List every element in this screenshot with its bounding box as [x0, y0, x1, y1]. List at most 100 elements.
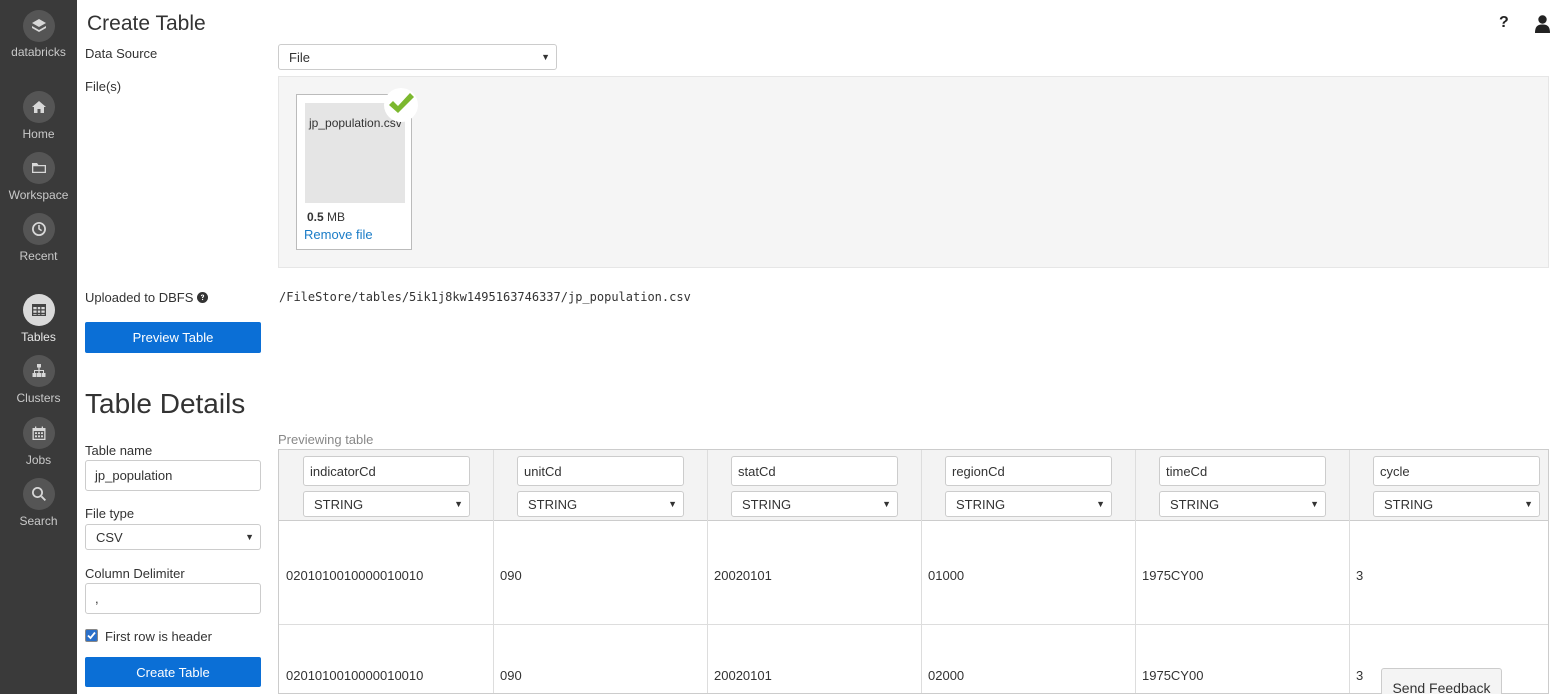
sidebar-item-recent[interactable]: Recent — [0, 213, 77, 263]
column-type-select[interactable]: STRING ▼ — [517, 491, 684, 517]
chevron-down-icon: ▼ — [882, 499, 891, 509]
data-source-select[interactable]: File ▼ — [278, 44, 557, 70]
chevron-down-icon: ▼ — [245, 532, 254, 542]
chevron-down-icon: ▼ — [1310, 499, 1319, 509]
first-row-header-label: First row is header — [105, 629, 212, 644]
file-drop-zone[interactable] — [278, 76, 1549, 268]
column-name-input[interactable]: timeCd — [1159, 456, 1326, 486]
table-icon — [22, 294, 55, 326]
column-delimiter-label: Column Delimiter — [85, 566, 185, 581]
chevron-down-icon: ▼ — [668, 499, 677, 509]
preview-table: indicatorCd STRING ▼ unitCd STRING ▼ statC… — [278, 449, 1549, 694]
sidebar-item-label: Tables — [21, 330, 56, 344]
calendar-icon — [22, 417, 55, 449]
table-cell: 01000 — [928, 567, 965, 583]
clusters-icon — [22, 355, 55, 387]
sidebar-item-search[interactable]: Search — [0, 478, 77, 528]
column-type-select[interactable]: STRING ▼ — [303, 491, 470, 517]
table-name-value: jp_population — [95, 468, 173, 483]
folder-icon — [22, 152, 55, 184]
table-cell: 1975CY00 — [1142, 567, 1204, 583]
file-type-label: File type — [85, 506, 135, 521]
first-row-header-checkbox[interactable] — [85, 629, 98, 642]
sidebar-item-label: Home — [22, 127, 55, 141]
page-title: Create Table — [87, 12, 206, 35]
sidebar-item-home[interactable]: Home — [0, 91, 77, 141]
table-name-input[interactable]: jp_population — [85, 460, 261, 491]
column-divider — [1349, 450, 1350, 693]
column-type-value: STRING — [1384, 496, 1434, 512]
sidebar-item-clusters[interactable]: Clusters — [0, 355, 77, 405]
column-type-select[interactable]: STRING ▼ — [1373, 491, 1540, 517]
help-icon[interactable]: ? — [1499, 14, 1509, 32]
send-feedback-button[interactable]: Send Feedback — [1381, 668, 1502, 694]
table-row: 0201010010000010010 090 20020101 01000 1… — [279, 525, 1548, 625]
search-icon — [22, 478, 55, 510]
files-label: File(s) — [85, 79, 122, 94]
column-divider — [707, 450, 708, 693]
uploaded-label-text: Uploaded to DBFS — [85, 290, 194, 305]
sidebar-logo[interactable]: databricks — [0, 10, 77, 59]
file-type-value: CSV — [96, 529, 123, 545]
column-type-value: STRING — [1170, 496, 1220, 512]
dbfs-path: /FileStore/tables/5ik1j8kw1495163746337/… — [279, 290, 691, 304]
sidebar-item-label: Recent — [19, 249, 58, 263]
file-type-select[interactable]: CSV ▼ — [85, 524, 261, 550]
column-delimiter-value: , — [95, 591, 99, 606]
sidebar-item-workspace[interactable]: Workspace — [0, 152, 77, 202]
table-name-label: Table name — [85, 443, 153, 458]
table-cell: 02000 — [928, 667, 965, 683]
column-name-input[interactable]: statCd — [731, 456, 898, 486]
remove-file-link[interactable]: Remove file — [304, 227, 373, 242]
column-delimiter-input[interactable]: , — [85, 583, 261, 614]
user-icon[interactable] — [1535, 15, 1550, 33]
file-size: 0.5 MB — [307, 210, 345, 224]
table-cell: 090 — [500, 667, 522, 683]
sidebar-item-label: Workspace — [8, 188, 69, 202]
table-cell: 20020101 — [714, 567, 772, 583]
data-source-label: Data Source — [85, 46, 158, 61]
create-table-button[interactable]: Create Table — [85, 657, 261, 687]
column-name-input[interactable]: unitCd — [517, 456, 684, 486]
table-row: 0201010010000010010 090 20020101 02000 1… — [279, 625, 1548, 693]
sidebar-item-label: Search — [19, 514, 58, 528]
column-divider — [921, 450, 922, 693]
sidebar-item-label: Clusters — [16, 391, 61, 405]
column-type-select[interactable]: STRING ▼ — [731, 491, 898, 517]
sidebar-item-tables[interactable]: Tables — [0, 294, 77, 344]
table-cell: 20020101 — [714, 667, 772, 683]
clock-icon — [22, 213, 55, 245]
upload-success-check-icon — [384, 88, 418, 122]
section-title-table-details: Table Details — [85, 388, 246, 419]
databricks-logo-icon — [22, 10, 55, 42]
column-type-value: STRING — [314, 496, 364, 512]
column-divider — [1135, 450, 1136, 693]
table-cell: 3 — [1356, 567, 1364, 583]
column-name-input[interactable]: cycle — [1373, 456, 1540, 486]
chevron-down-icon: ▼ — [541, 52, 550, 62]
preview-table-button[interactable]: Preview Table — [85, 322, 261, 353]
table-cell: 0201010010000010010 — [286, 667, 424, 683]
column-name-input[interactable]: indicatorCd — [303, 456, 470, 486]
column-divider — [493, 450, 494, 693]
chevron-down-icon: ▼ — [454, 499, 463, 509]
question-circle-icon[interactable] — [197, 292, 209, 303]
home-icon — [22, 91, 55, 123]
chevron-down-icon: ▼ — [1524, 499, 1533, 509]
sidebar: databricks Home Workspace Recent Tables … — [0, 0, 77, 694]
table-cell: 090 — [500, 567, 522, 583]
column-type-value: STRING — [742, 496, 792, 512]
table-cell: 0201010010000010010 — [286, 567, 424, 583]
column-name-input[interactable]: regionCd — [945, 456, 1112, 486]
sidebar-item-label: Jobs — [25, 453, 52, 467]
file-size-unit: MB — [327, 210, 346, 224]
sidebar-item-jobs[interactable]: Jobs — [0, 417, 77, 467]
table-cell: 1975CY00 — [1142, 667, 1204, 683]
column-type-select[interactable]: STRING ▼ — [945, 491, 1112, 517]
data-source-value: File — [289, 49, 310, 65]
chevron-down-icon: ▼ — [1096, 499, 1105, 509]
file-size-number: 0.5 — [307, 210, 324, 224]
previewing-table-label: Previewing table — [278, 432, 374, 447]
column-type-select[interactable]: STRING ▼ — [1159, 491, 1326, 517]
table-cell: 3 — [1356, 667, 1364, 683]
